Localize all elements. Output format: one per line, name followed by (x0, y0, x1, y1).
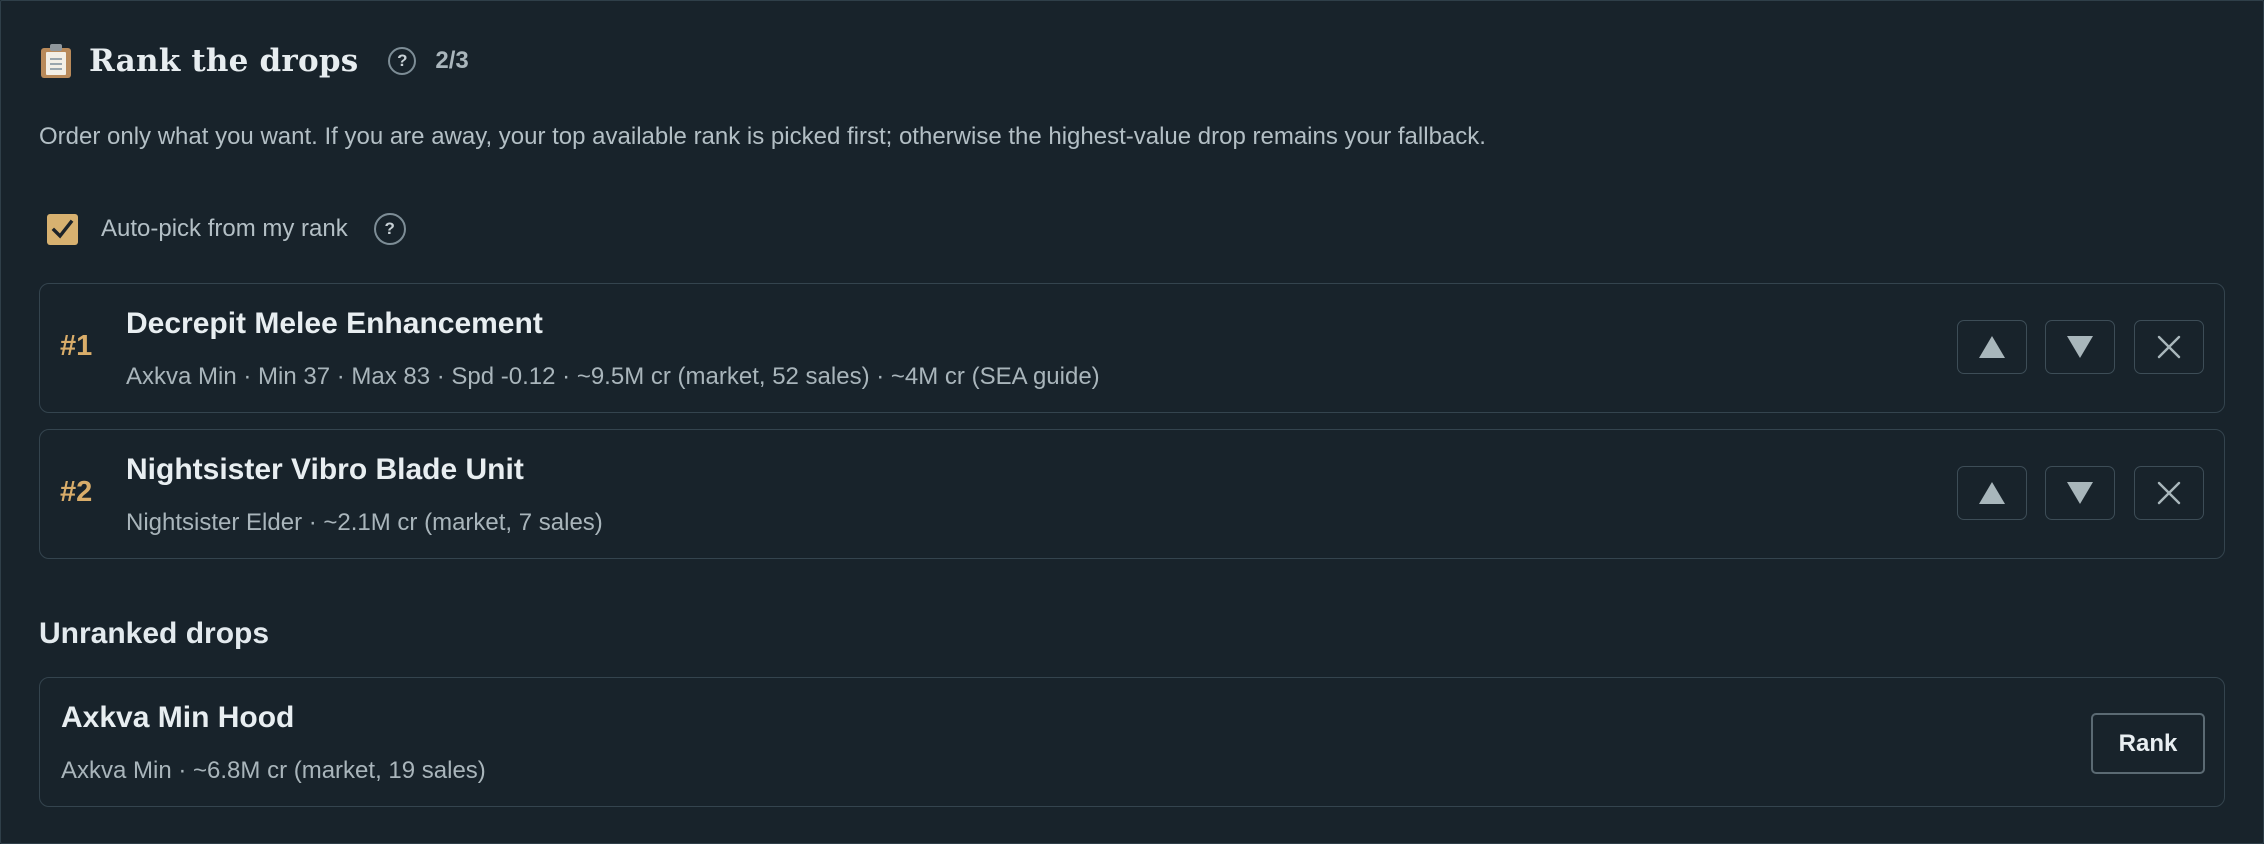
item-title: Nightsister Vibro Blade Unit (126, 453, 524, 486)
move-down-button[interactable] (2045, 466, 2115, 520)
unranked-section-title: Unranked drops (39, 617, 270, 650)
close-icon (2157, 481, 2181, 505)
rank-number: #2 (60, 476, 93, 508)
help-icon[interactable]: ? (388, 47, 417, 75)
clipboard-icon (41, 44, 71, 78)
autopick-label[interactable]: Auto-pick from my rank (101, 215, 348, 243)
item-details: Axkva Min · ~6.8M cr (market, 19 sales) (61, 757, 486, 784)
progress-count: 2/3 (435, 47, 469, 74)
move-up-button[interactable] (1957, 320, 2027, 374)
autopick-row[interactable]: Auto-pick from my rank ? (47, 211, 406, 247)
panel-header: Rank the drops ? 2/3 (41, 37, 469, 85)
ranked-item: #1 Decrepit Melee Enhancement Axkva Min … (39, 283, 2225, 413)
ranked-item: #2 Nightsister Vibro Blade Unit Nightsis… (39, 429, 2225, 559)
triangle-up-icon (1979, 336, 2005, 358)
autopick-checkbox[interactable] (47, 213, 78, 245)
rank-button[interactable]: Rank (2091, 713, 2205, 774)
autopick-help-icon[interactable]: ? (373, 213, 406, 245)
rank-drops-panel: Rank the drops ? 2/3 Order only what you… (0, 0, 2264, 844)
move-up-button[interactable] (1957, 466, 2027, 520)
triangle-up-icon (1979, 482, 2005, 504)
unranked-item: Axkva Min Hood Axkva Min · ~6.8M cr (mar… (39, 677, 2225, 807)
rank-number: #1 (60, 330, 93, 362)
triangle-down-icon (2067, 482, 2093, 504)
close-icon (2157, 335, 2181, 359)
move-down-button[interactable] (2045, 320, 2115, 374)
item-title: Decrepit Melee Enhancement (126, 307, 543, 340)
page-title: Rank the drops (89, 43, 359, 79)
remove-button[interactable] (2134, 320, 2204, 374)
item-details: Axkva Min · Min 37 · Max 83 · Spd -0.12 … (126, 363, 1100, 390)
item-title: Axkva Min Hood (61, 701, 295, 734)
remove-button[interactable] (2134, 466, 2204, 520)
instructions-text: Order only what you want. If you are awa… (39, 123, 1486, 150)
triangle-down-icon (2067, 336, 2093, 358)
item-details: Nightsister Elder · ~2.1M cr (market, 7 … (126, 509, 603, 536)
checkmark-icon (51, 219, 74, 239)
